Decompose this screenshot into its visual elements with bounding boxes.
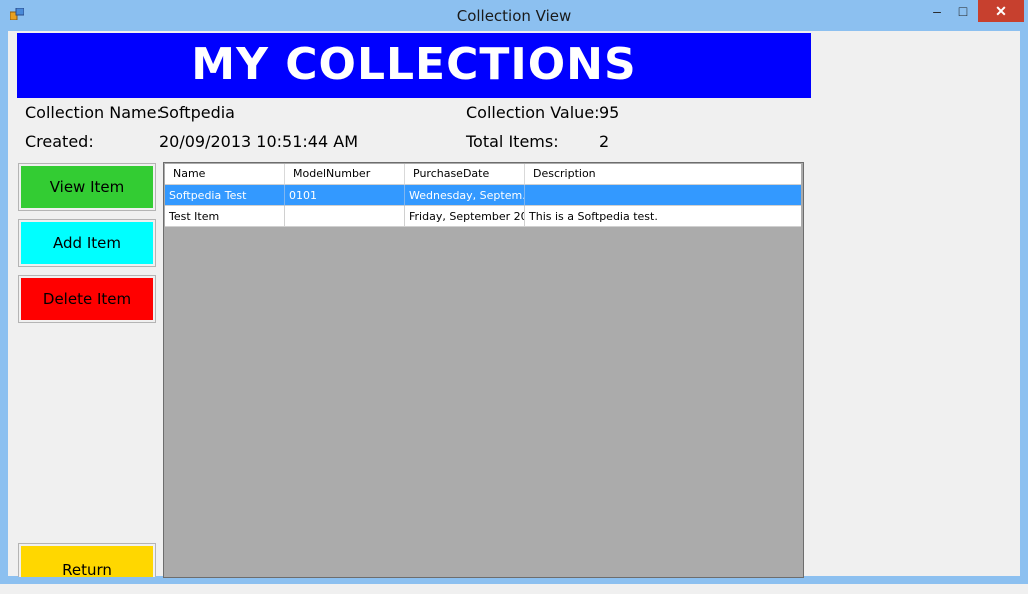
window-title: Collection View bbox=[456, 7, 572, 25]
return-button[interactable]: Return bbox=[21, 546, 153, 579]
column-header-name[interactable]: Name bbox=[165, 164, 285, 184]
grid-header: Name ModelNumber PurchaseDate Descriptio… bbox=[165, 164, 801, 185]
total-items-label: Total Items: bbox=[466, 132, 559, 151]
total-items-value: 2 bbox=[599, 132, 610, 151]
collection-value-label: Collection Value: bbox=[466, 103, 600, 122]
return-frame: Return bbox=[18, 543, 156, 579]
collection-value-value: 95 bbox=[599, 103, 620, 122]
created-value: 20/09/2013 10:51:44 AM bbox=[159, 132, 358, 151]
cell-purchase-date: Friday, September 20,... bbox=[405, 206, 525, 227]
close-button[interactable]: ✕ bbox=[978, 0, 1024, 22]
view-item-button[interactable]: View Item bbox=[21, 166, 153, 208]
collection-name-value: Softpedia bbox=[159, 103, 235, 122]
cell-name: Softpedia Test bbox=[165, 185, 285, 206]
maximize-button[interactable]: □ bbox=[950, 0, 976, 22]
column-header-model-number[interactable]: ModelNumber bbox=[285, 164, 405, 184]
column-header-purchase-date[interactable]: PurchaseDate bbox=[405, 164, 525, 184]
cell-name: Test Item bbox=[165, 206, 285, 227]
add-item-button[interactable]: Add Item bbox=[21, 222, 153, 264]
created-label: Created: bbox=[25, 132, 94, 151]
client-area: MY COLLECTIONS Collection Name: Softpedi… bbox=[8, 31, 1020, 579]
collection-name-label: Collection Name: bbox=[25, 103, 162, 122]
cell-description bbox=[525, 185, 801, 206]
delete-item-button[interactable]: Delete Item bbox=[21, 278, 153, 320]
cell-model-number: 0101 bbox=[285, 185, 405, 206]
minimize-button[interactable]: – bbox=[925, 0, 949, 22]
items-grid[interactable]: Name ModelNumber PurchaseDate Descriptio… bbox=[163, 162, 804, 578]
cell-purchase-date: Wednesday, Septem... bbox=[405, 185, 525, 206]
cell-description: This is a Softpedia test. bbox=[525, 206, 801, 227]
banner: MY COLLECTIONS bbox=[17, 33, 811, 98]
column-header-description[interactable]: Description bbox=[525, 164, 801, 184]
add-item-frame: Add Item bbox=[18, 219, 156, 267]
table-row[interactable]: Softpedia Test 0101 Wednesday, Septem... bbox=[165, 185, 801, 206]
view-item-frame: View Item bbox=[18, 163, 156, 211]
cell-model-number bbox=[285, 206, 405, 227]
table-row[interactable]: Test Item Friday, September 20,... This … bbox=[165, 206, 801, 227]
title-bar[interactable]: Collection View – □ ✕ bbox=[0, 0, 1028, 31]
delete-item-frame: Delete Item bbox=[18, 275, 156, 323]
banner-title: MY COLLECTIONS bbox=[191, 39, 637, 90]
collection-view-window: Collection View – □ ✕ MY COLLECTIONS Col… bbox=[0, 0, 1028, 584]
